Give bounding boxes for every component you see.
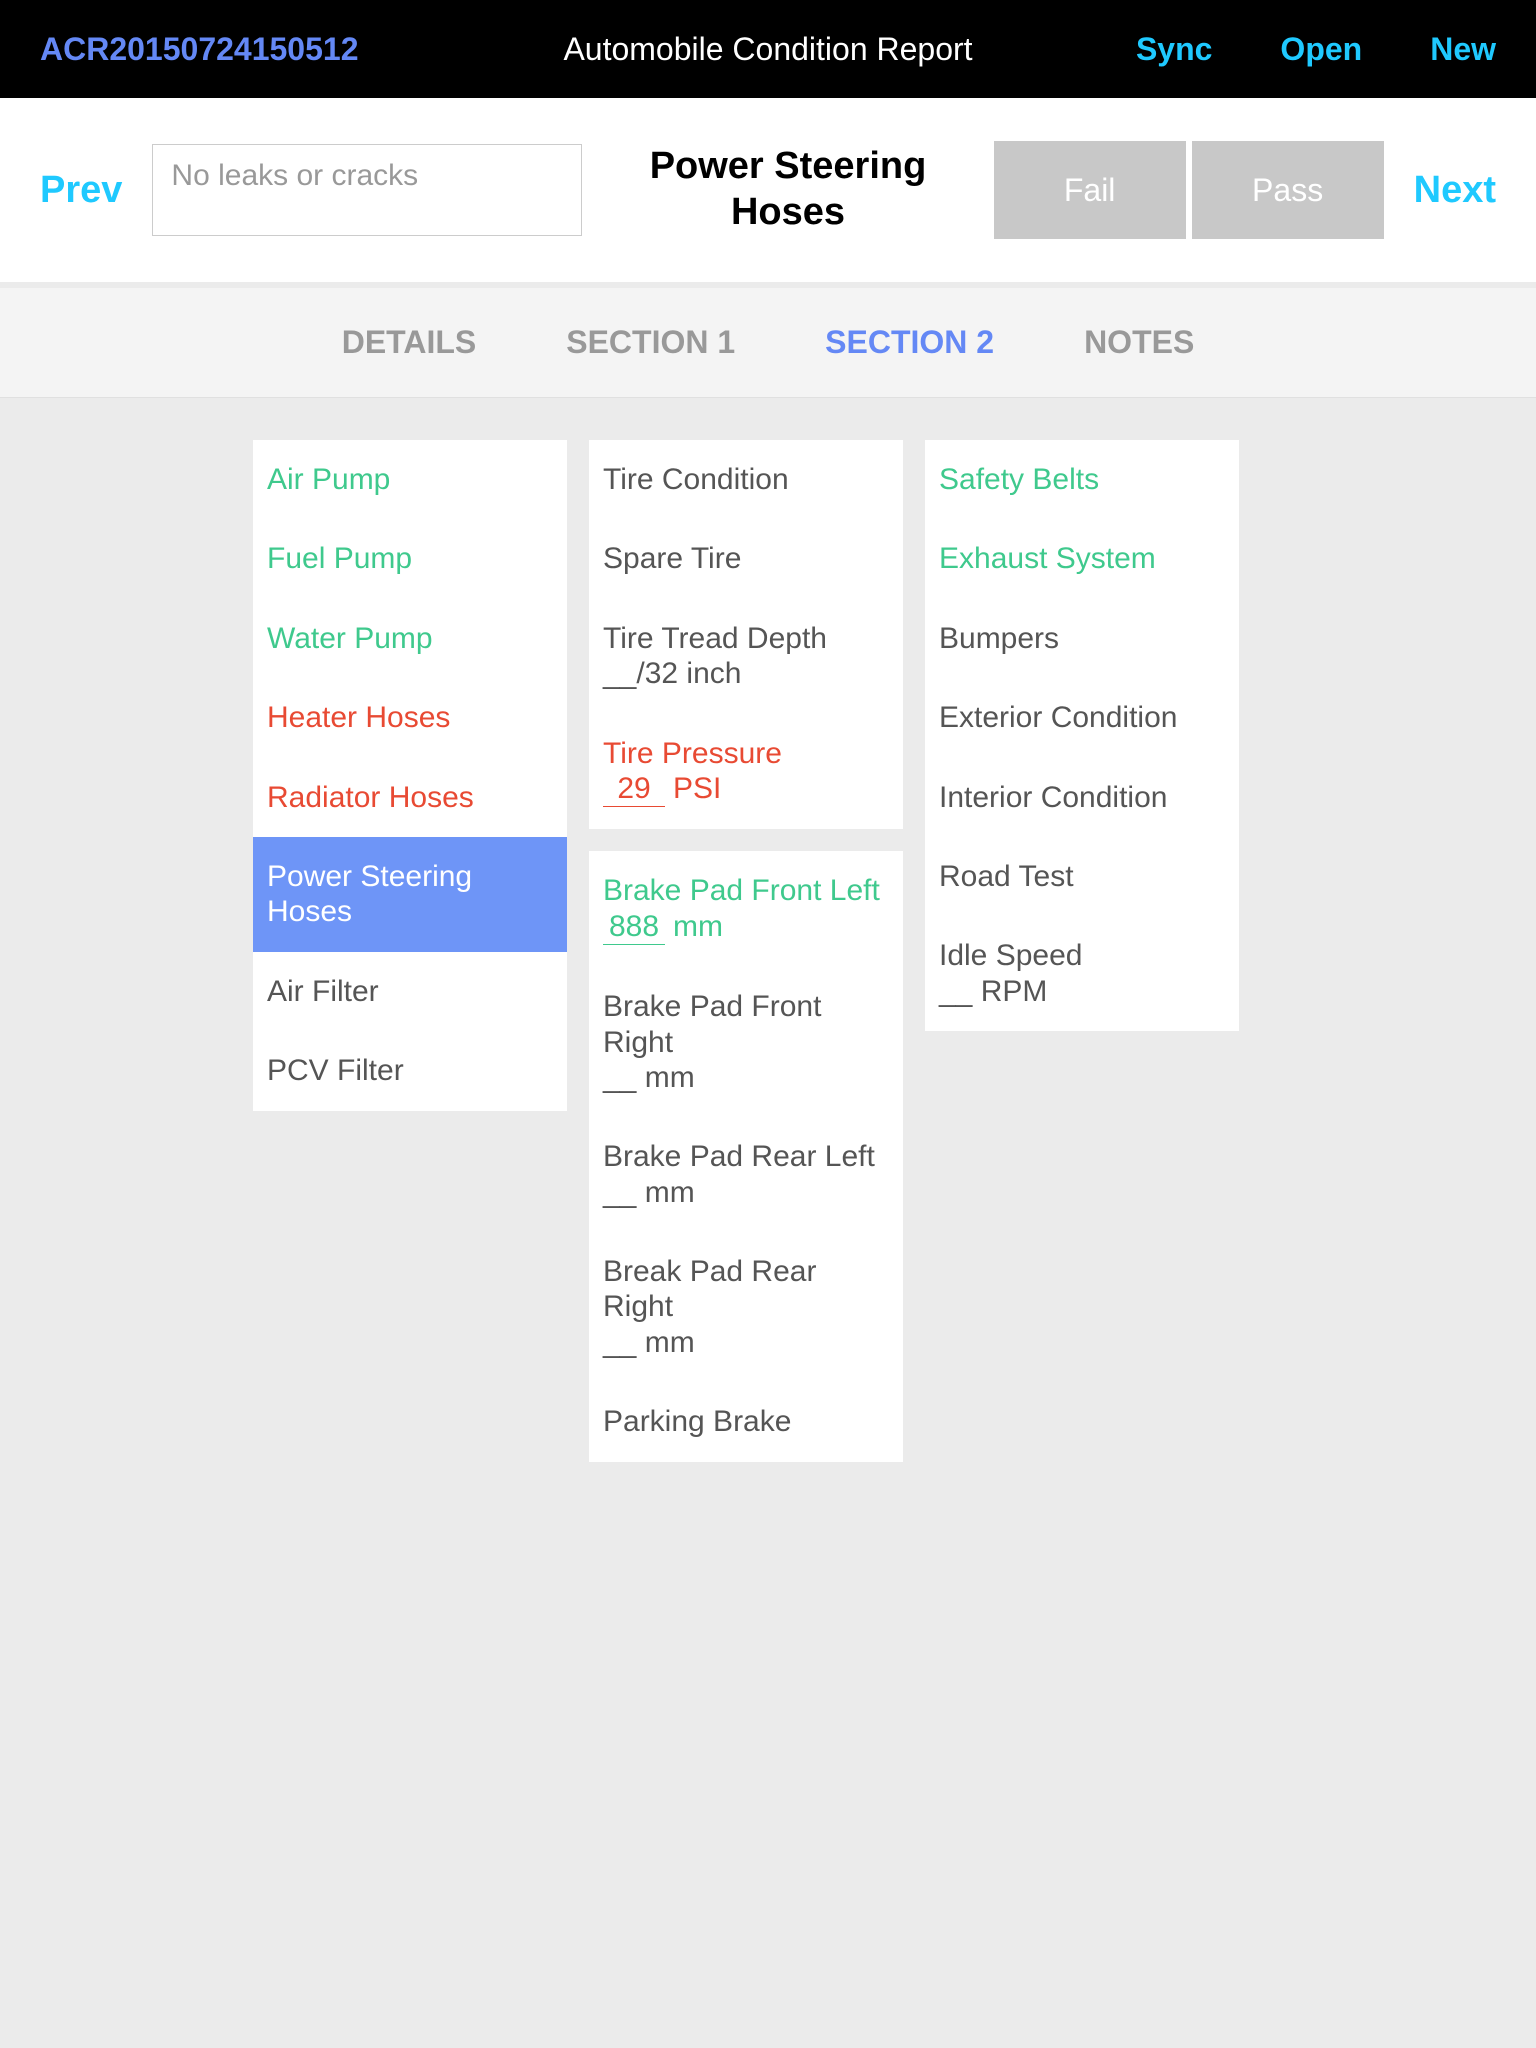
item-pcv-filter[interactable]: PCV Filter — [253, 1031, 567, 1110]
column-3: Safety Belts Exhaust System Bumpers Exte… — [925, 440, 1239, 1031]
bp-rl-label: Brake Pad Rear Left — [603, 1139, 889, 1174]
item-radiator-hoses[interactable]: Radiator Hoses — [253, 758, 567, 837]
item-water-pump[interactable]: Water Pump — [253, 599, 567, 678]
tire-pressure-unit: PSI — [673, 771, 721, 806]
bp-rl-value: __ mm — [603, 1175, 889, 1210]
pass-fail-group: Fail Pass — [994, 141, 1384, 239]
current-item-title: Power Steering Hoses — [602, 144, 973, 235]
sync-button[interactable]: Sync — [1136, 31, 1212, 68]
item-exterior-condition[interactable]: Exterior Condition — [925, 678, 1239, 757]
column-2a: Tire Condition Spare Tire Tire Tread Dep… — [589, 440, 903, 829]
column-1: Air Pump Fuel Pump Water Pump Heater Hos… — [253, 440, 567, 1111]
note-input[interactable] — [152, 144, 582, 236]
bp-fl-label: Brake Pad Front Left — [603, 873, 889, 908]
content: Air Pump Fuel Pump Water Pump Heater Hos… — [0, 398, 1536, 1462]
item-power-steering-hoses[interactable]: Power Steering Hoses — [253, 837, 567, 952]
item-tire-pressure[interactable]: Tire Pressure 29 PSI — [589, 714, 903, 830]
item-road-test[interactable]: Road Test — [925, 837, 1239, 916]
next-button[interactable]: Next — [1414, 169, 1496, 212]
item-tire-tread-depth[interactable]: Tire Tread Depth __/32 inch — [589, 599, 903, 714]
item-parking-brake[interactable]: Parking Brake — [589, 1382, 903, 1461]
fail-button[interactable]: Fail — [994, 141, 1186, 239]
item-air-filter[interactable]: Air Filter — [253, 952, 567, 1031]
item-heater-hoses[interactable]: Heater Hoses — [253, 678, 567, 757]
bp-fl-unit: mm — [673, 909, 723, 944]
item-brake-pad-front-left[interactable]: Brake Pad Front Left 888 mm — [589, 851, 903, 967]
app-title: Automobile Condition Report — [563, 31, 972, 68]
column-2: Tire Condition Spare Tire Tire Tread Dep… — [589, 440, 903, 1462]
top-bar: ACR20150724150512 Automobile Condition R… — [0, 0, 1536, 98]
bp-rr-value: __ mm — [603, 1325, 889, 1360]
top-actions: Sync Open New — [1136, 31, 1496, 68]
idle-speed-value: __ RPM — [939, 974, 1225, 1009]
item-spare-tire[interactable]: Spare Tire — [589, 519, 903, 598]
tabs: DETAILS SECTION 1 SECTION 2 NOTES — [0, 288, 1536, 398]
bp-rr-label: Break Pad Rear Right — [603, 1254, 889, 1325]
report-id: ACR20150724150512 — [40, 31, 358, 68]
item-exhaust-system[interactable]: Exhaust System — [925, 519, 1239, 598]
bp-fr-value: __ mm — [603, 1060, 889, 1095]
item-brake-pad-rear-left[interactable]: Brake Pad Rear Left __ mm — [589, 1117, 903, 1232]
item-tire-condition[interactable]: Tire Condition — [589, 440, 903, 519]
column-2b: Brake Pad Front Left 888 mm Brake Pad Fr… — [589, 851, 903, 1461]
item-brake-pad-rear-right[interactable]: Break Pad Rear Right __ mm — [589, 1232, 903, 1382]
open-button[interactable]: Open — [1280, 31, 1362, 68]
item-safety-belts[interactable]: Safety Belts — [925, 440, 1239, 519]
bp-fr-label: Brake Pad Front Right — [603, 989, 889, 1060]
item-fuel-pump[interactable]: Fuel Pump — [253, 519, 567, 598]
tire-pressure-value: 29 — [603, 771, 665, 807]
new-button[interactable]: New — [1430, 31, 1496, 68]
item-bumpers[interactable]: Bumpers — [925, 599, 1239, 678]
prev-button[interactable]: Prev — [40, 169, 122, 212]
pass-button[interactable]: Pass — [1192, 141, 1384, 239]
tab-details[interactable]: DETAILS — [342, 324, 477, 361]
tire-tread-value: __/32 inch — [603, 656, 889, 691]
tire-tread-label: Tire Tread Depth — [603, 621, 889, 656]
item-interior-condition[interactable]: Interior Condition — [925, 758, 1239, 837]
idle-speed-label: Idle Speed — [939, 938, 1225, 973]
bp-fl-value: 888 — [603, 909, 665, 945]
toolbar: Prev Power Steering Hoses Fail Pass Next — [0, 98, 1536, 288]
item-brake-pad-front-right[interactable]: Brake Pad Front Right __ mm — [589, 967, 903, 1117]
item-idle-speed[interactable]: Idle Speed __ RPM — [925, 916, 1239, 1031]
tab-section1[interactable]: SECTION 1 — [566, 324, 735, 361]
item-air-pump[interactable]: Air Pump — [253, 440, 567, 519]
tab-section2[interactable]: SECTION 2 — [825, 324, 994, 361]
tire-pressure-label: Tire Pressure — [603, 736, 889, 771]
tab-notes[interactable]: NOTES — [1084, 324, 1194, 361]
